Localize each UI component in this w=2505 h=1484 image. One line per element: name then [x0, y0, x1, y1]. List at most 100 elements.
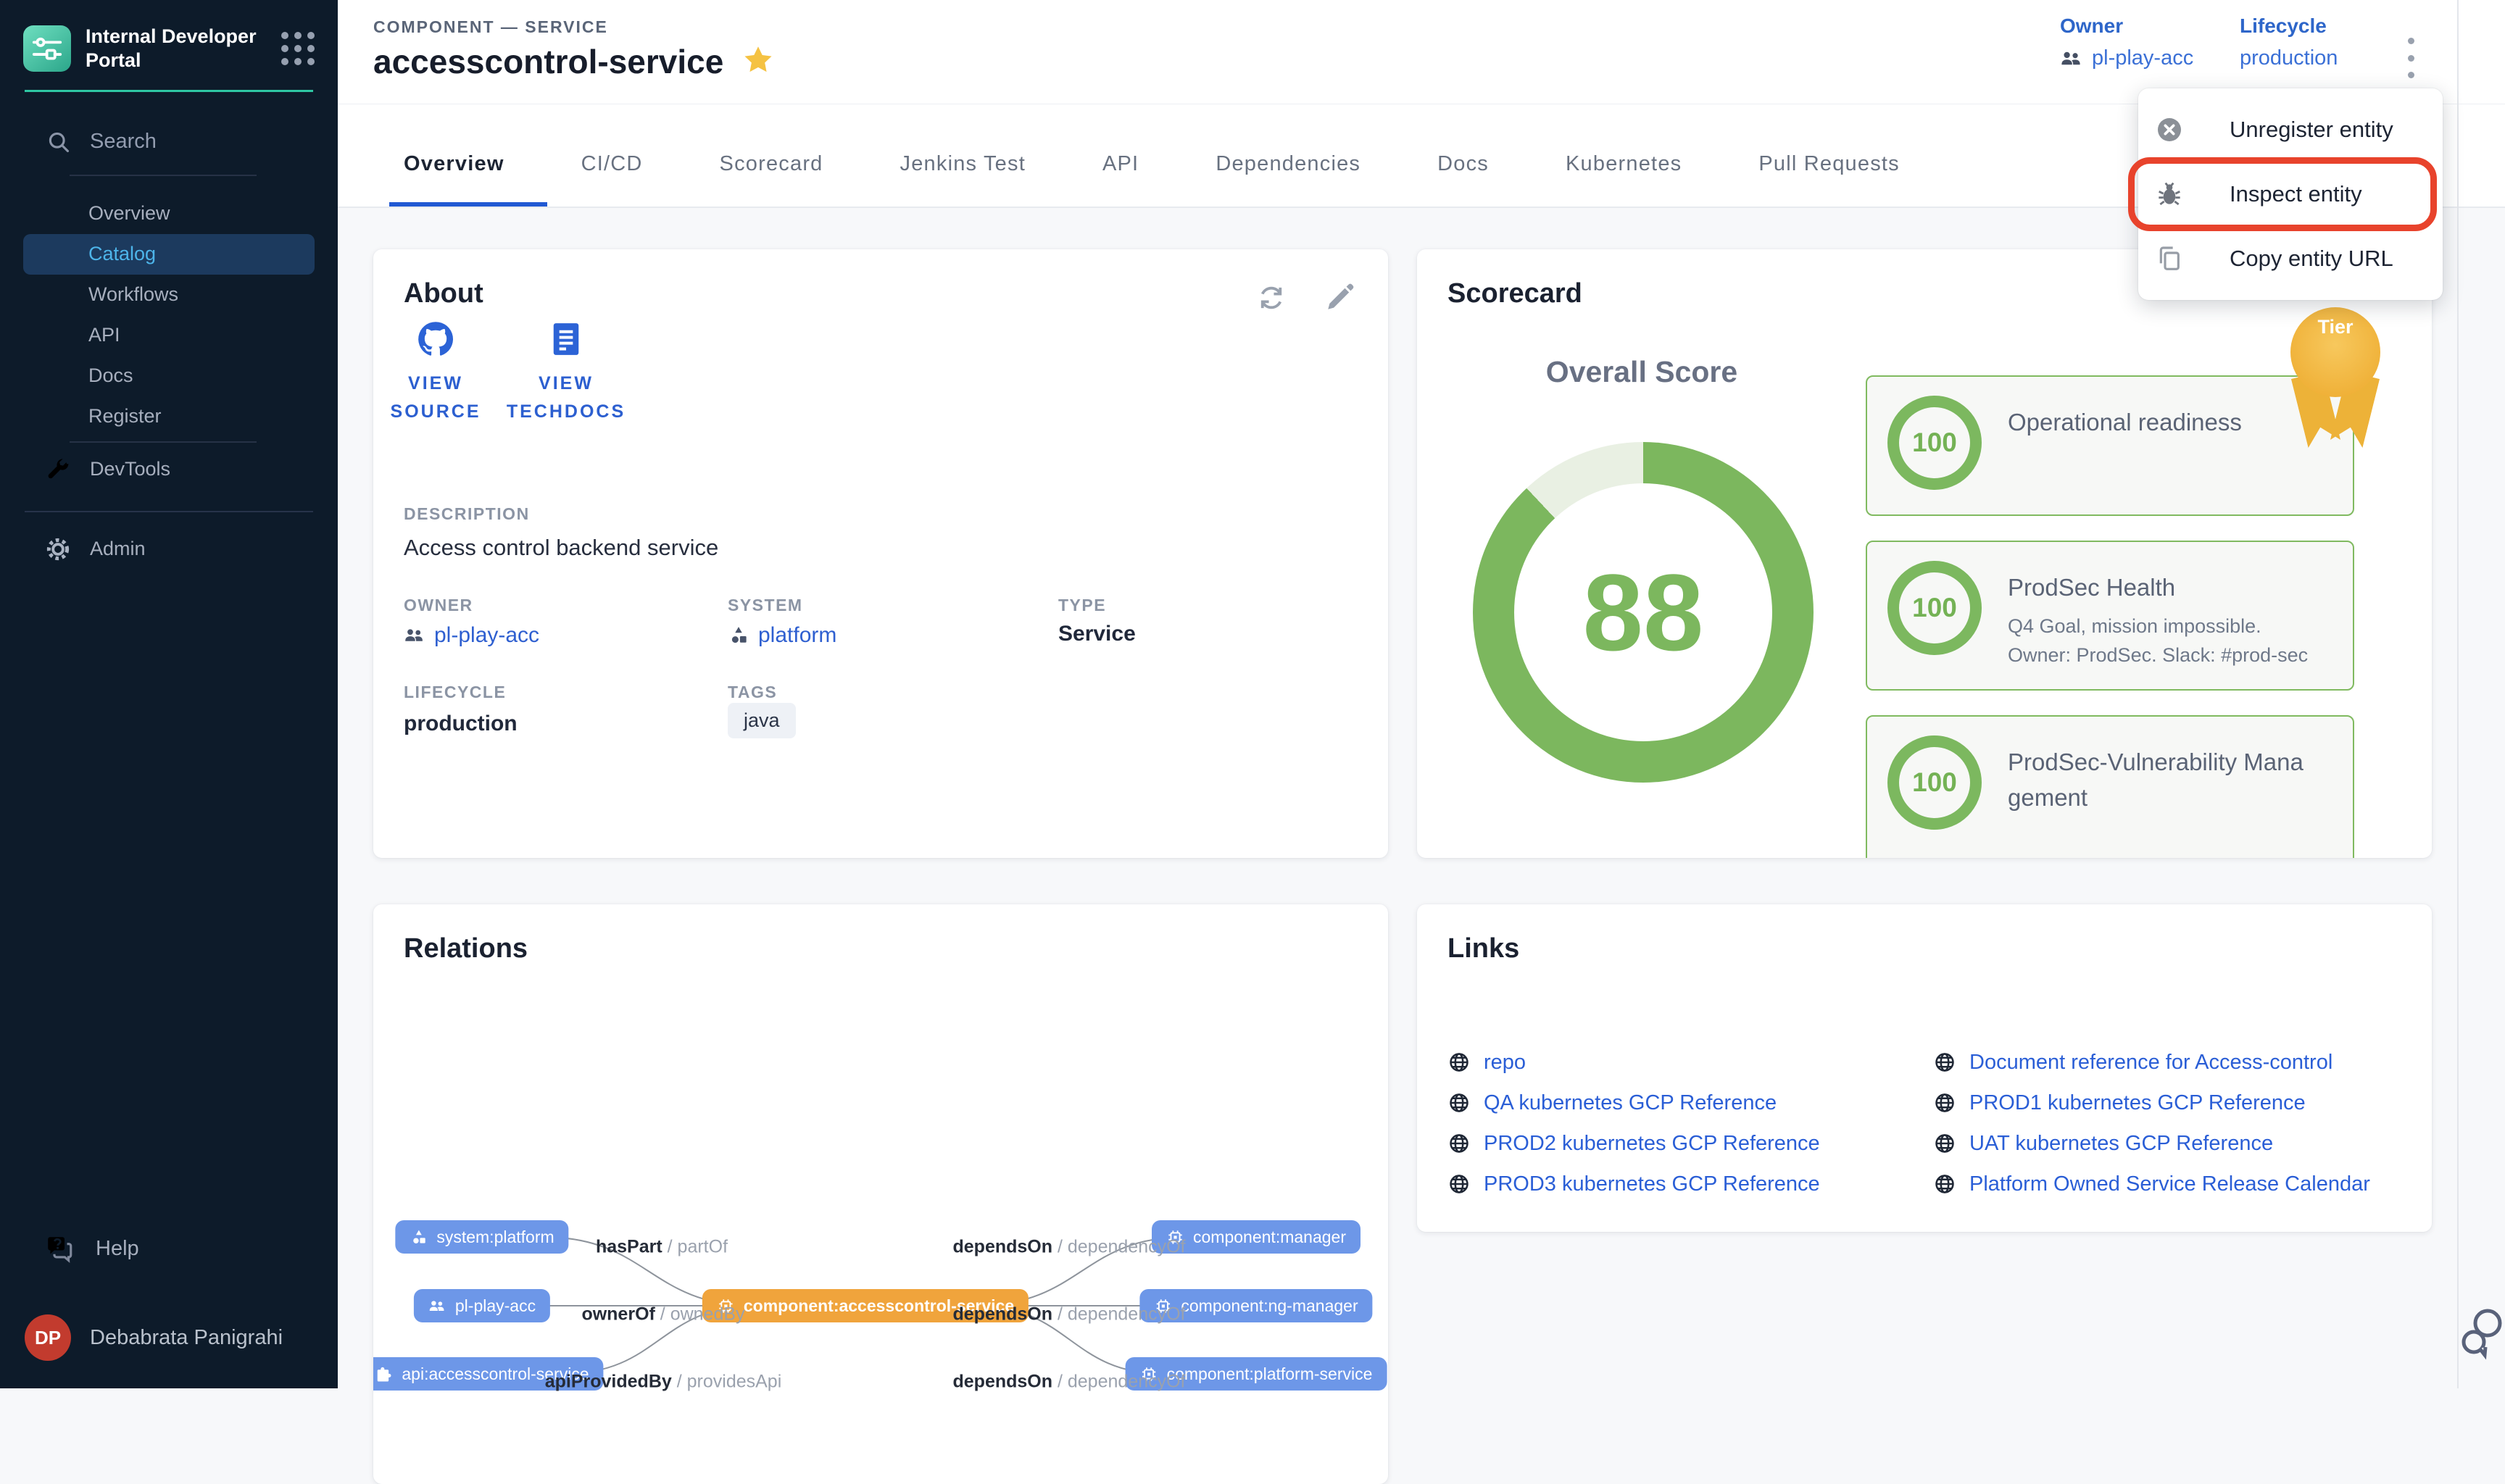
view-techdocs-link[interactable]: VIEW TECHDOCS: [501, 319, 631, 426]
refresh-icon[interactable]: [1255, 281, 1288, 314]
overall-score-label: Overall Score: [1461, 355, 1823, 389]
link-doc-reference[interactable]: Document reference for Access-control: [1933, 1042, 2419, 1083]
sidebar-item-admin[interactable]: Admin: [0, 527, 338, 572]
system-field-label: SYSTEM: [728, 596, 803, 615]
tab-pull-requests[interactable]: Pull Requests: [1720, 121, 1938, 207]
favorite-star-icon[interactable]: [742, 44, 774, 80]
lifecycle-label: Lifecycle: [2240, 14, 2338, 38]
menu-item-copy-entity-url[interactable]: Copy entity URL: [2138, 228, 2443, 290]
link-prod1-k8s[interactable]: PROD1 kubernetes GCP Reference: [1933, 1083, 2419, 1123]
nav-divider: [70, 441, 257, 443]
check-prodsec-health[interactable]: 100 ProdSec Health Q4 Goal, mission impo…: [1866, 541, 2354, 691]
sidebar-item-api[interactable]: API: [0, 315, 338, 356]
entity-more-menu-button[interactable]: [2396, 32, 2425, 84]
type-field-label: TYPE: [1058, 596, 1106, 615]
sidebar-item-register[interactable]: Register: [0, 396, 338, 437]
sidebar-user[interactable]: DP Debabrata Panigrahi: [0, 1314, 338, 1361]
edge-label-haspart: hasPart / partOf: [596, 1237, 728, 1258]
owner-field-link[interactable]: pl-play-acc: [404, 623, 539, 648]
menu-item-inspect-entity[interactable]: Inspect entity: [2138, 163, 2443, 225]
overall-score-gauge: 88: [1473, 442, 1814, 783]
description-value: Access control backend service: [404, 535, 718, 561]
group-icon: [428, 1297, 446, 1315]
globe-icon: [1933, 1132, 1956, 1155]
link-prod3-k8s[interactable]: PROD3 kubernetes GCP Reference: [1447, 1164, 1933, 1204]
owner-link[interactable]: pl-play-acc: [2060, 46, 2193, 70]
check-operational-readiness[interactable]: 100 Operational readiness: [1866, 375, 2354, 516]
tab-scorecard[interactable]: Scorecard: [681, 121, 862, 207]
edge-label-apiprovidedby: apiProvidedBy / providesApi: [545, 1372, 782, 1393]
type-field-value: Service: [1058, 622, 1136, 646]
globe-icon: [1933, 1091, 1956, 1114]
group-icon: [404, 625, 425, 646]
scrollbar-track[interactable]: [2457, 0, 2459, 1388]
copy-icon: [2154, 243, 2185, 274]
link-qa-k8s[interactable]: QA kubernetes GCP Reference: [1447, 1083, 1933, 1123]
sidebar-item-help[interactable]: Help: [0, 1233, 338, 1264]
tab-overview[interactable]: Overview: [373, 121, 543, 207]
score-ring: 100: [1887, 561, 1982, 655]
link-uat-k8s[interactable]: UAT kubernetes GCP Reference: [1933, 1123, 2419, 1164]
tab-api[interactable]: API: [1064, 121, 1177, 207]
tab-docs[interactable]: Docs: [1399, 121, 1527, 207]
entity-kind-breadcrumb: COMPONENT — SERVICE: [373, 17, 608, 37]
app-switcher-grid-icon[interactable]: [281, 32, 315, 65]
sidebar-search[interactable]: Search: [46, 130, 309, 154]
globe-icon: [1447, 1091, 1471, 1114]
scorecard-title: Scorecard: [1447, 278, 1582, 309]
app-logo: [23, 25, 71, 72]
tab-cicd[interactable]: CI/CD: [543, 121, 681, 207]
chat-bubbles-icon[interactable]: [2459, 1304, 2505, 1364]
entity-context-menu: Unregister entity Inspect entity Copy en…: [2138, 88, 2443, 300]
link-prod2-k8s[interactable]: PROD2 kubernetes GCP Reference: [1447, 1123, 1933, 1164]
sidebar-item-devtools[interactable]: DevTools: [0, 447, 338, 492]
section-divider: [25, 511, 313, 512]
system-icon: [410, 1228, 428, 1246]
brand-divider: [25, 90, 313, 92]
circle-x-icon: [2154, 114, 2185, 145]
score-ring: 100: [1887, 396, 1982, 490]
lifecycle-value: production: [2240, 46, 2338, 70]
tag-chip-java[interactable]: java: [728, 703, 796, 738]
tier-ribbon-badge: Tier: [2290, 307, 2380, 397]
techdocs-doc-icon: [546, 319, 586, 359]
relation-node-system-platform[interactable]: system:platform: [395, 1220, 568, 1254]
relations-edges: [373, 904, 1388, 1484]
view-source-link[interactable]: VIEW SOURCE: [392, 319, 479, 426]
lifecycle-meta: Lifecycle production: [2240, 14, 2338, 70]
help-chat-icon: [43, 1233, 75, 1264]
lifecycle-field-label: LIFECYCLE: [404, 683, 506, 702]
globe-icon: [1933, 1051, 1956, 1074]
sidebar-item-docs[interactable]: Docs: [0, 356, 338, 396]
puzzle-icon: [375, 1365, 393, 1383]
bug-icon: [2154, 179, 2185, 209]
tags-field-label: TAGS: [728, 683, 777, 702]
menu-item-unregister-entity[interactable]: Unregister entity: [2138, 99, 2443, 161]
sidebar-item-overview[interactable]: Overview: [0, 193, 338, 234]
sidebar-item-catalog[interactable]: Catalog: [23, 234, 315, 275]
relation-node-pl-play-acc[interactable]: pl-play-acc: [414, 1289, 550, 1322]
system-field-link[interactable]: platform: [728, 623, 836, 648]
owner-meta: Owner pl-play-acc: [2060, 14, 2193, 70]
tab-jenkins-test[interactable]: Jenkins Test: [862, 121, 1064, 207]
system-icon: [728, 625, 749, 646]
owner-label: Owner: [2060, 14, 2193, 38]
page-title: accesscontrol-service: [373, 42, 723, 81]
sidebar-item-workflows[interactable]: Workflows: [0, 275, 338, 315]
edit-pencil-icon[interactable]: [1323, 281, 1356, 314]
link-repo[interactable]: repo: [1447, 1042, 1933, 1083]
lifecycle-field-value: production: [404, 712, 518, 736]
search-icon: [46, 130, 71, 154]
globe-icon: [1447, 1172, 1471, 1196]
edge-label-dependson-3: dependsOn / dependencyOf: [953, 1372, 1186, 1393]
tab-dependencies[interactable]: Dependencies: [1177, 121, 1399, 207]
check-prodsec-vulnerability[interactable]: 100 ProdSec-Vulnerability Management: [1866, 715, 2354, 859]
globe-icon: [1447, 1051, 1471, 1074]
search-divider: [70, 175, 257, 176]
globe-icon: [1933, 1172, 1956, 1196]
wrench-icon: [45, 457, 71, 483]
tab-kubernetes[interactable]: Kubernetes: [1527, 121, 1720, 207]
avatar: DP: [25, 1314, 71, 1361]
link-release-calendar[interactable]: Platform Owned Service Release Calendar: [1933, 1164, 2419, 1204]
entity-tabs: Overview CI/CD Scorecard Jenkins Test AP…: [373, 121, 1938, 207]
